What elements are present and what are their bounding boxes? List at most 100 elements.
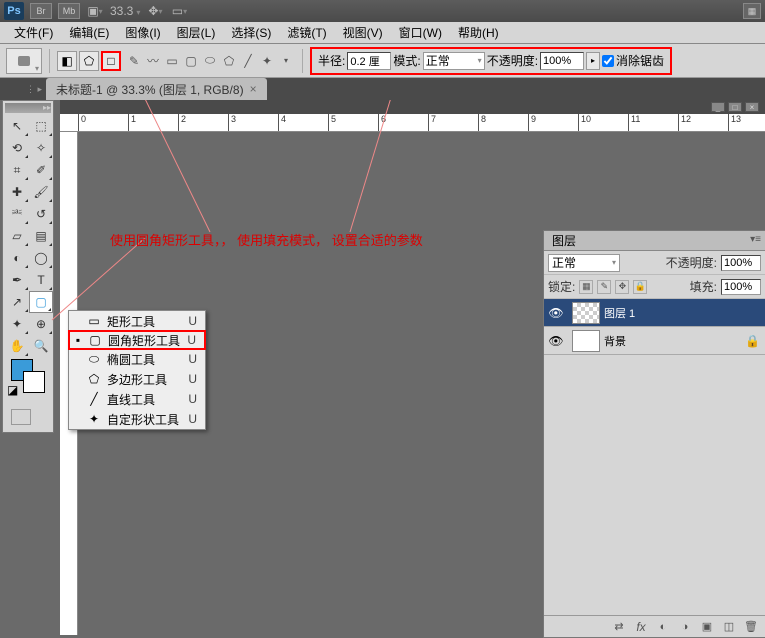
- quickmask-row: [5, 407, 51, 430]
- flyout-item-2[interactable]: ⬭椭圆工具U: [69, 349, 205, 369]
- eyedropper-tool[interactable]: ✐: [29, 159, 53, 181]
- adjustment-layer-icon[interactable]: ◑: [677, 620, 693, 634]
- menu-help[interactable]: 帮助(H): [450, 21, 507, 44]
- polygon-shape-icon[interactable]: ⬠: [220, 52, 238, 70]
- menu-window[interactable]: 窗口(W): [391, 21, 450, 44]
- wand-tool[interactable]: ✧: [29, 137, 53, 159]
- 3d-camera-tool[interactable]: ⊕: [29, 313, 53, 335]
- close-tab-icon[interactable]: ×: [250, 82, 257, 96]
- freeform-pen-icon[interactable]: 〰: [144, 52, 162, 70]
- opacity-label: 不透明度:: [487, 52, 538, 69]
- lock-all-icon[interactable]: 🔒: [633, 280, 647, 294]
- minibridge-button[interactable]: Mb: [58, 3, 80, 19]
- custom-shape-icon[interactable]: ✦: [258, 52, 276, 70]
- visibility-icon[interactable]: 👁: [544, 306, 568, 320]
- layer-row[interactable]: 👁图层 1: [544, 299, 765, 327]
- lock-position-icon[interactable]: ✥: [615, 280, 629, 294]
- shape-layers-icon: ◧: [61, 54, 72, 68]
- blend-mode-select[interactable]: 正常▾: [548, 254, 620, 272]
- opacity-slider-button[interactable]: ▸: [586, 52, 600, 70]
- mode-select[interactable]: 正常▾: [423, 52, 485, 70]
- eraser-tool[interactable]: ▱: [5, 225, 29, 247]
- quickmask-button[interactable]: [11, 409, 31, 425]
- type-tool[interactable]: T: [29, 269, 53, 291]
- stamp-tool[interactable]: ⎃: [5, 203, 29, 225]
- bridge-button[interactable]: Br: [30, 3, 52, 19]
- layer-group-icon[interactable]: ▣: [699, 620, 715, 634]
- options-bar: ▾ ◧ ⬠ □ ✎ 〰 ▭ ▢ ⬭ ⬠ ╱ ✦ ▾ 半径: 模式: 正常▾ 不透…: [0, 44, 765, 78]
- tool-preset[interactable]: ▾: [6, 48, 42, 74]
- toolbox-header[interactable]: ▸▸: [5, 103, 51, 113]
- shape-layer-mode[interactable]: ◧: [57, 51, 77, 71]
- shape-tool-flyout: ▭矩形工具U▪▢圆角矩形工具U⬭椭圆工具U⬠多边形工具U╱直线工具U✦自定形状工…: [68, 310, 206, 430]
- delete-layer-icon[interactable]: 🗑: [743, 620, 759, 634]
- heal-tool[interactable]: ✚: [5, 181, 29, 203]
- history-brush-tool[interactable]: ↺: [29, 203, 53, 225]
- flyout-item-3[interactable]: ⬠多边形工具U: [69, 369, 205, 389]
- reset-colors-icon[interactable]: ◪: [7, 383, 19, 395]
- line-shape-icon[interactable]: ╱: [239, 52, 257, 70]
- workspace-icon[interactable]: ▦: [743, 3, 761, 19]
- hand-icon[interactable]: ✥▾: [146, 4, 164, 18]
- flyout-item-5[interactable]: ✦自定形状工具U: [69, 409, 205, 429]
- maximize-button[interactable]: □: [728, 102, 742, 112]
- menu-layer[interactable]: 图层(L): [169, 21, 224, 44]
- panel-handle[interactable]: ⋮ ▸: [0, 78, 46, 100]
- menu-file[interactable]: 文件(F): [6, 21, 61, 44]
- brush-tool[interactable]: 🖌: [29, 181, 53, 203]
- fill-pixels-mode[interactable]: □: [101, 51, 121, 71]
- minimize-button[interactable]: _: [711, 102, 725, 112]
- radius-input[interactable]: [347, 52, 391, 70]
- hand-tool[interactable]: ✋: [5, 335, 29, 357]
- opacity-input[interactable]: [540, 52, 584, 70]
- menu-image[interactable]: 图像(I): [117, 21, 168, 44]
- gradient-tool[interactable]: ▤: [29, 225, 53, 247]
- shape-options-dropdown[interactable]: ▾: [277, 52, 295, 70]
- lasso-tool[interactable]: ⟲: [5, 137, 29, 159]
- layer-fx-icon[interactable]: fx: [633, 620, 649, 634]
- path-select-tool[interactable]: ↗: [5, 291, 29, 313]
- marquee-tool[interactable]: ⬚: [29, 115, 53, 137]
- menu-view[interactable]: 视图(V): [335, 21, 391, 44]
- roundrect-shape-icon[interactable]: ▢: [182, 52, 200, 70]
- link-layers-icon[interactable]: ⇄: [611, 620, 627, 634]
- flyout-item-0[interactable]: ▭矩形工具U: [69, 311, 205, 331]
- flyout-item-4[interactable]: ╱直线工具U: [69, 389, 205, 409]
- pen-icon[interactable]: ✎: [125, 52, 143, 70]
- zoom-tool[interactable]: 🔍: [29, 335, 53, 357]
- move-tool[interactable]: ↖: [5, 115, 29, 137]
- rect-shape-icon[interactable]: ▭: [163, 52, 181, 70]
- menu-select[interactable]: 选择(S): [223, 21, 279, 44]
- menu-filter[interactable]: 滤镜(T): [279, 21, 334, 44]
- lock-label: 锁定:: [548, 278, 575, 295]
- panel-menu-icon[interactable]: ▾≡: [750, 234, 761, 245]
- close-button[interactable]: ×: [745, 102, 759, 112]
- dodge-tool[interactable]: ◯: [29, 247, 53, 269]
- arrange-icon[interactable]: ▭▾: [170, 4, 188, 18]
- flyout-item-1[interactable]: ▪▢圆角矩形工具U: [68, 330, 206, 350]
- layers-tab[interactable]: 图层 ▾≡: [544, 231, 765, 251]
- annotation-text: 使用圆角矩形工具，， 使用填充模式， 设置合适的参数: [110, 230, 423, 249]
- document-tab[interactable]: 未标题-1 @ 33.3% (图层 1, RGB/8) ×: [46, 78, 267, 101]
- new-layer-icon[interactable]: ◫: [721, 620, 737, 634]
- fill-input[interactable]: [721, 279, 761, 295]
- 3d-tool[interactable]: ✦: [5, 313, 29, 335]
- lock-transparency-icon[interactable]: ▦: [579, 280, 593, 294]
- layer-row[interactable]: 👁背景🔒: [544, 327, 765, 355]
- background-color[interactable]: [23, 371, 45, 393]
- horizontal-ruler[interactable]: 0123456789101112131415: [60, 114, 765, 132]
- antialias-checkbox[interactable]: [602, 55, 614, 67]
- layer-mask-icon[interactable]: ◐: [655, 620, 671, 634]
- zoom-level[interactable]: 33.3 ▾: [110, 4, 140, 18]
- screen-mode-icon[interactable]: ▣▾: [86, 4, 104, 18]
- shape-tool[interactable]: ▢: [29, 291, 53, 313]
- layer-opacity-input[interactable]: [721, 255, 761, 271]
- blur-tool[interactable]: ◐: [5, 247, 29, 269]
- ellipse-shape-icon[interactable]: ⬭: [201, 52, 219, 70]
- path-mode[interactable]: ⬠: [79, 51, 99, 71]
- visibility-icon[interactable]: 👁: [544, 334, 568, 348]
- menu-edit[interactable]: 编辑(E): [61, 21, 117, 44]
- crop-tool[interactable]: ⌗: [5, 159, 29, 181]
- lock-pixels-icon[interactable]: ✎: [597, 280, 611, 294]
- pen-tool[interactable]: ✒: [5, 269, 29, 291]
